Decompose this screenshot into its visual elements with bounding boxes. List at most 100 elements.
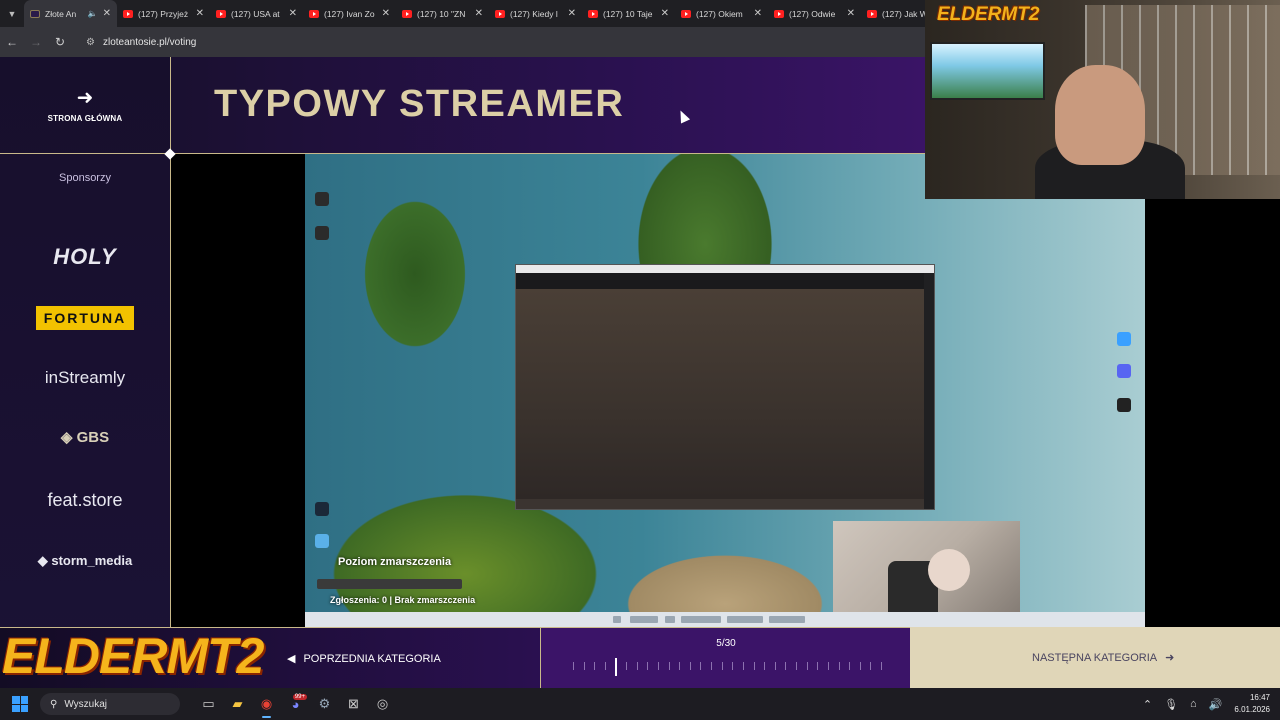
next-category-button[interactable]: NASTĘPNA KATEGORIA ➜ (1032, 651, 1175, 665)
chrome-icon[interactable]: ◉ (252, 688, 281, 720)
desktop-icon[interactable] (315, 226, 329, 240)
progress-tick (636, 662, 638, 670)
sidebar: ➜ STRONA GŁÓWNA Sponsorzy HOLY FORTUNA i… (0, 57, 171, 688)
sponsor-featstore-logo[interactable]: feat.store (20, 490, 150, 511)
forward-arrow-icon[interactable]: → (24, 27, 48, 57)
progress-ticks (573, 658, 883, 676)
reload-icon[interactable]: ↻ (48, 27, 72, 57)
browser-tab[interactable]: (127) Okiem ✕ (675, 0, 768, 27)
blurred-app-window (515, 264, 935, 510)
progress-tick (604, 662, 606, 670)
site-info-icon[interactable]: ⚙ (86, 37, 95, 48)
steam-icon[interactable]: ⚙ (310, 688, 339, 720)
sponsor-stormmedia-text: storm_media (51, 553, 133, 568)
home-button[interactable]: ➜ STRONA GŁÓWNA (0, 57, 170, 154)
browser-tab[interactable]: Złote An 🔈 ✕ (24, 0, 117, 27)
sponsor-holy-logo[interactable]: HOLY (20, 244, 150, 270)
youtube-icon (402, 9, 412, 18)
progress-tick (742, 662, 744, 670)
arrow-right-icon: ➜ (1165, 652, 1175, 664)
url-field[interactable]: ⚙ zloteantosie.pl/voting (78, 31, 925, 53)
browser-tab[interactable]: (127) Jak Wi✕ (861, 0, 925, 27)
tab-title: (127) Okiem (696, 8, 743, 19)
start-button[interactable] (0, 688, 40, 720)
progress-tick (827, 662, 829, 670)
progress-tick (711, 662, 713, 670)
sponsor-instreamly-logo[interactable]: inStreamly (20, 368, 150, 388)
close-tab-icon[interactable]: ✕ (661, 8, 669, 19)
close-tab-icon[interactable]: ✕ (103, 8, 111, 19)
browser-address-bar: ← → ↻ ⚙ zloteantosie.pl/voting (0, 27, 925, 57)
next-category-label: NASTĘPNA KATEGORIA (1032, 651, 1158, 664)
tab-title: (127) Kiedy l (510, 8, 558, 19)
tab-title: (127) Przyjeż (138, 8, 189, 19)
tab-title: (127) 10 Taje (603, 8, 653, 19)
stream-taskbar-item (630, 616, 658, 623)
url-text: zloteantosie.pl/voting (102, 36, 197, 48)
progress-tick (849, 662, 851, 670)
tab-title: (127) USA at (231, 8, 280, 19)
tab-search-chevron-icon[interactable]: ▼ (0, 0, 24, 27)
task-view-icon[interactable]: ▭ (194, 688, 223, 720)
discord-icon[interactable]: ◕ 99+ (281, 688, 310, 720)
windows-taskbar: ⚲ Wyszukaj ▭ ▰ ◉ ◕ 99+ ⚙ ⊠ ◎ ⌃ 🎙 ⌂ 🔊 16:4… (0, 688, 1280, 720)
eldermt2-logo: ELDERMT2 (2, 628, 264, 684)
browser-tab[interactable]: (127) 10 "ZN ✕ (396, 0, 489, 27)
clock[interactable]: 16:47 6.01.2026 (1234, 692, 1270, 716)
app-icon[interactable]: ⊠ (339, 688, 368, 720)
overlay-meter (317, 579, 462, 589)
sponsors-heading: Sponsorzy (59, 172, 111, 184)
progress-tick (753, 662, 755, 670)
browser-tab[interactable]: (127) 10 Taje ✕ (582, 0, 675, 27)
file-explorer-icon[interactable]: ▰ (223, 688, 252, 720)
arrow-left-icon: ◀ (287, 653, 296, 665)
steam-desktop-icon[interactable] (315, 502, 329, 516)
progress-tick (668, 662, 670, 670)
webcam-person (1055, 65, 1145, 165)
prev-category-label: POPRZEDNIA KATEGORIA (303, 652, 441, 665)
tab-audio-icon[interactable]: 🔈 (88, 9, 98, 18)
desktop-icon[interactable] (1117, 332, 1131, 346)
chevron-up-icon[interactable]: ⌃ (1143, 698, 1152, 711)
volume-icon[interactable]: 🔊 (1209, 698, 1223, 711)
close-tab-icon[interactable]: ✕ (475, 8, 483, 19)
back-arrow-icon[interactable]: ← (0, 27, 24, 57)
desktop-icon[interactable] (1117, 398, 1131, 412)
network-icon[interactable]: ⌂ (1190, 698, 1197, 710)
close-tab-icon[interactable]: ✕ (568, 8, 576, 19)
obs-icon[interactable]: ◎ (368, 688, 397, 720)
desktop-icon[interactable] (315, 534, 329, 548)
close-tab-icon[interactable]: ✕ (196, 8, 204, 19)
close-tab-icon[interactable]: ✕ (847, 8, 855, 19)
progress-tick-current (615, 658, 618, 676)
browser-tab[interactable]: (127) Kiedy l ✕ (489, 0, 582, 27)
tab-title: (127) Odwie (789, 8, 836, 19)
close-tab-icon[interactable]: ✕ (289, 8, 297, 19)
sponsor-gbs-text: GBS (76, 429, 110, 446)
sponsor-gbs-logo[interactable]: ◈ GBS (20, 428, 150, 446)
youtube-icon (588, 9, 598, 18)
desktop-icon[interactable] (315, 192, 329, 206)
progress-tick (573, 662, 574, 670)
screen: ▼ Złote An 🔈 ✕ (127) Przyjeż ✕ (127) USA at ✕(… (0, 0, 1280, 720)
microphone-icon[interactable]: 🎙 (1164, 698, 1178, 711)
youtube-icon (495, 9, 505, 18)
browser-tab[interactable]: (127) USA at ✕ (210, 0, 303, 27)
progress-tick (657, 662, 659, 670)
close-tab-icon[interactable]: ✕ (754, 8, 762, 19)
stream-video: Poziom zmarszczenia Zgłoszenia: 0 | Brak… (305, 154, 1145, 627)
browser-tab[interactable]: (127) Przyjeż ✕ (117, 0, 210, 27)
close-tab-icon[interactable]: ✕ (382, 8, 390, 19)
tab-title: (127) 10 "ZN (417, 8, 466, 19)
prev-category-button[interactable]: ◀ POPRZEDNIA KATEGORIA (287, 652, 441, 666)
discord-desktop-icon[interactable] (1117, 364, 1131, 378)
sponsor-stormmedia-logo[interactable]: ◆ storm_media (20, 553, 150, 569)
sponsor-fortuna-logo[interactable]: FORTUNA (36, 306, 134, 330)
progress-tick (647, 662, 649, 670)
webcam-aquarium (930, 42, 1045, 100)
browser-tab[interactable]: (127) Odwie ✕ (768, 0, 861, 27)
progress-tick (817, 662, 819, 670)
browser-tab[interactable]: (127) Ivan Zo ✕ (303, 0, 396, 27)
progress-tick (583, 662, 585, 670)
taskbar-search[interactable]: ⚲ Wyszukaj (40, 693, 180, 715)
